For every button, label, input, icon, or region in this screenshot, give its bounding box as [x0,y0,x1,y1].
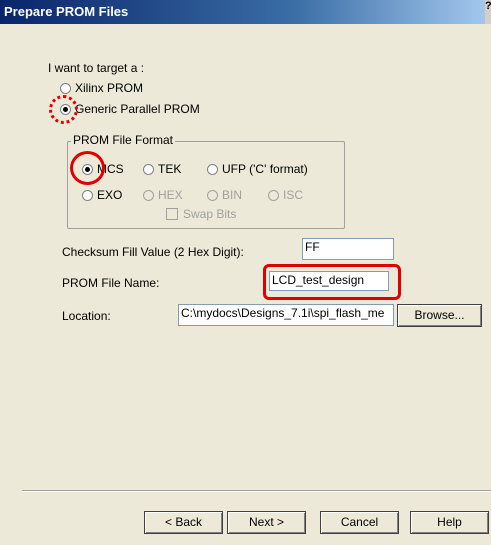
back-button[interactable]: < Back [144,511,223,534]
radio-format-bin-label: BIN [222,188,243,202]
location-label: Location: [62,309,111,323]
bottom-separator [22,490,491,492]
cancel-button[interactable]: Cancel [320,511,399,534]
prom-format-title: PROM File Format [71,133,176,147]
radio-format-exo-label: EXO [97,188,123,202]
radio-format-ufp[interactable] [207,164,218,175]
target-prompt-label: I want to target a : [48,61,145,75]
checksum-label: Checksum Fill Value (2 Hex Digit): [62,245,244,259]
dotted-highlight-circle [49,95,78,124]
filename-highlight-box [263,264,401,300]
radio-format-tek[interactable] [143,164,154,175]
radio-format-hex-label: HEX [158,188,183,202]
radio-format-exo[interactable] [82,190,93,201]
radio-xilinx-prom-label: Xilinx PROM [75,81,144,95]
title-bar: Prepare PROM Files ? [0,0,491,24]
radio-format-tek-label: TEK [158,162,182,176]
radio-format-isc-label: ISC [283,188,304,202]
prepare-prom-dialog: Prepare PROM Files ? I want to target a … [0,0,491,545]
radio-format-isc [268,190,279,201]
mcs-highlight-circle [70,151,105,185]
radio-format-ufp-label: UFP ('C' format) [222,162,308,176]
window-title: Prepare PROM Files [4,4,129,19]
browse-button[interactable]: Browse... [397,304,482,327]
checksum-input[interactable]: FF [302,238,394,260]
help-button[interactable]: Help [410,511,489,534]
radio-format-bin [207,190,218,201]
swap-bits-label: Swap Bits [183,207,237,221]
help-title-button[interactable]: ? [485,0,491,24]
location-input[interactable]: C:\mydocs\Designs_7.1i\spi_flash_me [178,304,394,326]
prom-file-name-label: PROM File Name: [62,276,160,290]
radio-format-hex [143,190,154,201]
swap-bits-checkbox [166,208,178,220]
help-question-icon: ? [485,0,491,12]
next-button[interactable]: Next > [227,511,306,534]
radio-xilinx-prom[interactable] [60,83,71,94]
radio-generic-parallel-prom-label: Generic Parallel PROM [75,102,200,116]
